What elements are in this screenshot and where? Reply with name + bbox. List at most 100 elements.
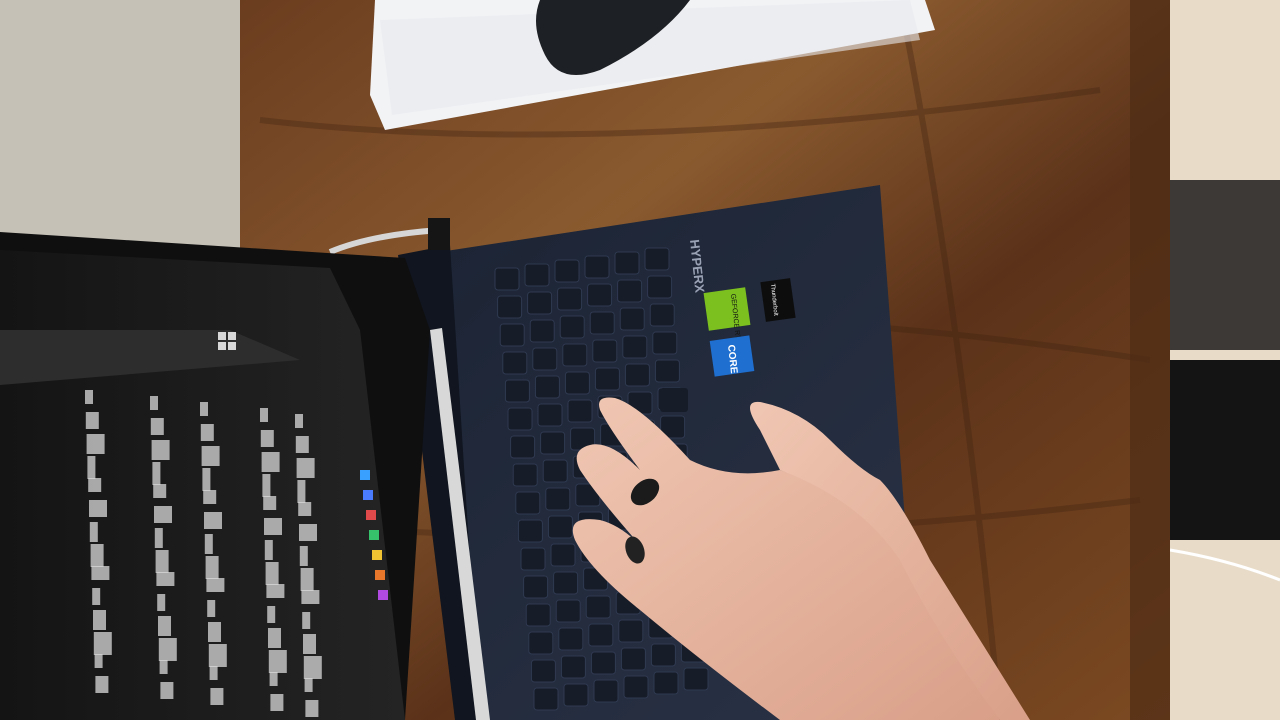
keyboard-key [520, 547, 546, 571]
keyboard-key [654, 359, 680, 383]
keyboard-key [504, 379, 530, 403]
keyboard-key [557, 287, 583, 311]
keyboard-key [587, 283, 613, 307]
screen-text-line [303, 656, 322, 679]
keyboard-key [622, 335, 648, 359]
keyboard-key [532, 347, 558, 371]
taskbar-icon [375, 570, 385, 580]
keyboard-key [594, 367, 620, 391]
keyboard-key [528, 631, 554, 655]
keyboard-key [644, 247, 670, 271]
keyboard-key [537, 403, 563, 427]
screen-text-line [305, 700, 319, 717]
screen-text-line [262, 474, 271, 497]
keyboard-key [558, 627, 584, 651]
keyboard-key [540, 431, 566, 455]
screen-text-line [298, 502, 312, 516]
screen-text-line [200, 424, 214, 441]
screen-text-line [270, 694, 284, 711]
screen-text-line [152, 462, 161, 485]
keyboard-key [512, 463, 538, 487]
keyboard-key [554, 259, 580, 283]
intel-sticker: CORE [709, 335, 755, 377]
screen-text-line [302, 612, 311, 629]
screen-text-line [154, 528, 163, 548]
screen-text-line [93, 632, 112, 655]
keyboard-key [507, 407, 533, 431]
keyboard-key [494, 267, 520, 291]
keyboard-key [593, 679, 619, 703]
screen-text-line [267, 606, 276, 623]
screen-text-line [208, 622, 221, 642]
keyboard-key [623, 675, 649, 699]
screen-text-line [202, 468, 211, 491]
screen-text-line [158, 616, 171, 636]
screen-text-line [204, 512, 222, 529]
screen-text-line [301, 590, 320, 604]
keyboard-key [618, 619, 644, 643]
keyboard-key [617, 279, 643, 303]
screen-text-line [90, 544, 104, 567]
keyboard-key [545, 487, 571, 511]
keyboard-key [564, 371, 590, 395]
screen-text-line [260, 408, 268, 422]
keyboard-key [653, 671, 679, 695]
taskbar-icon [369, 530, 379, 540]
screen-text-line [203, 490, 217, 504]
keyboard-key [567, 399, 593, 423]
keyboard-key [510, 435, 536, 459]
screen-text-line [86, 434, 105, 454]
keyboard-key [542, 459, 568, 483]
screen-text-line [210, 688, 224, 705]
keyboard-key [529, 319, 555, 343]
keyboard-key [515, 491, 541, 515]
keyboard-key [647, 275, 673, 299]
screen-text-line [89, 522, 98, 542]
keyboard-key [620, 647, 646, 671]
screen-text-line [269, 672, 278, 686]
photo-scene: HYPERX GEFORCE RTX CORE Thunderbolt [0, 0, 1280, 720]
keyboard-key [683, 667, 709, 691]
person-leg [1165, 360, 1280, 540]
screen-text-line [94, 654, 103, 668]
keyboard-key [589, 311, 615, 335]
screen-text-line [296, 458, 315, 478]
keyboard-key [588, 623, 614, 647]
desk-edge [1130, 0, 1170, 720]
screen-text-line [93, 610, 106, 630]
keyboard-key [563, 683, 589, 707]
keyboard-key [523, 575, 549, 599]
screen-text-line [300, 568, 314, 591]
screen-text-line [89, 500, 107, 517]
screen-text-line [150, 418, 164, 435]
keyboard-key [550, 543, 576, 567]
screen-text-line [266, 584, 285, 598]
screen-text-line [205, 556, 219, 579]
keyboard-key [584, 255, 610, 279]
screen-text-line [158, 638, 177, 661]
keyboard-key [527, 291, 553, 315]
keyboard-key [562, 343, 588, 367]
screen-text-line [261, 452, 280, 472]
screen-text-line [208, 644, 227, 667]
screen-text-line [299, 546, 308, 566]
keyboard-key [649, 303, 675, 327]
keyboard-key [533, 687, 559, 711]
screen-text-line [154, 506, 172, 523]
arrow-up-key [660, 388, 688, 412]
screen-text-line [201, 446, 220, 466]
screen-text-line [268, 628, 281, 648]
screen-text-line [87, 456, 96, 479]
keyboard-key [559, 315, 585, 339]
screen-text-line [204, 534, 213, 554]
screen-text-line [295, 414, 303, 428]
screen-text-line [260, 430, 274, 447]
taskbar-icon [360, 470, 370, 480]
keyboard-key [590, 651, 616, 675]
screen-text-line [264, 518, 282, 535]
keyboard-key [652, 331, 678, 355]
keyboard-key [517, 519, 543, 543]
screen-text-line [209, 666, 218, 680]
screen-text-line [299, 524, 317, 541]
screen-text-line [265, 562, 279, 585]
